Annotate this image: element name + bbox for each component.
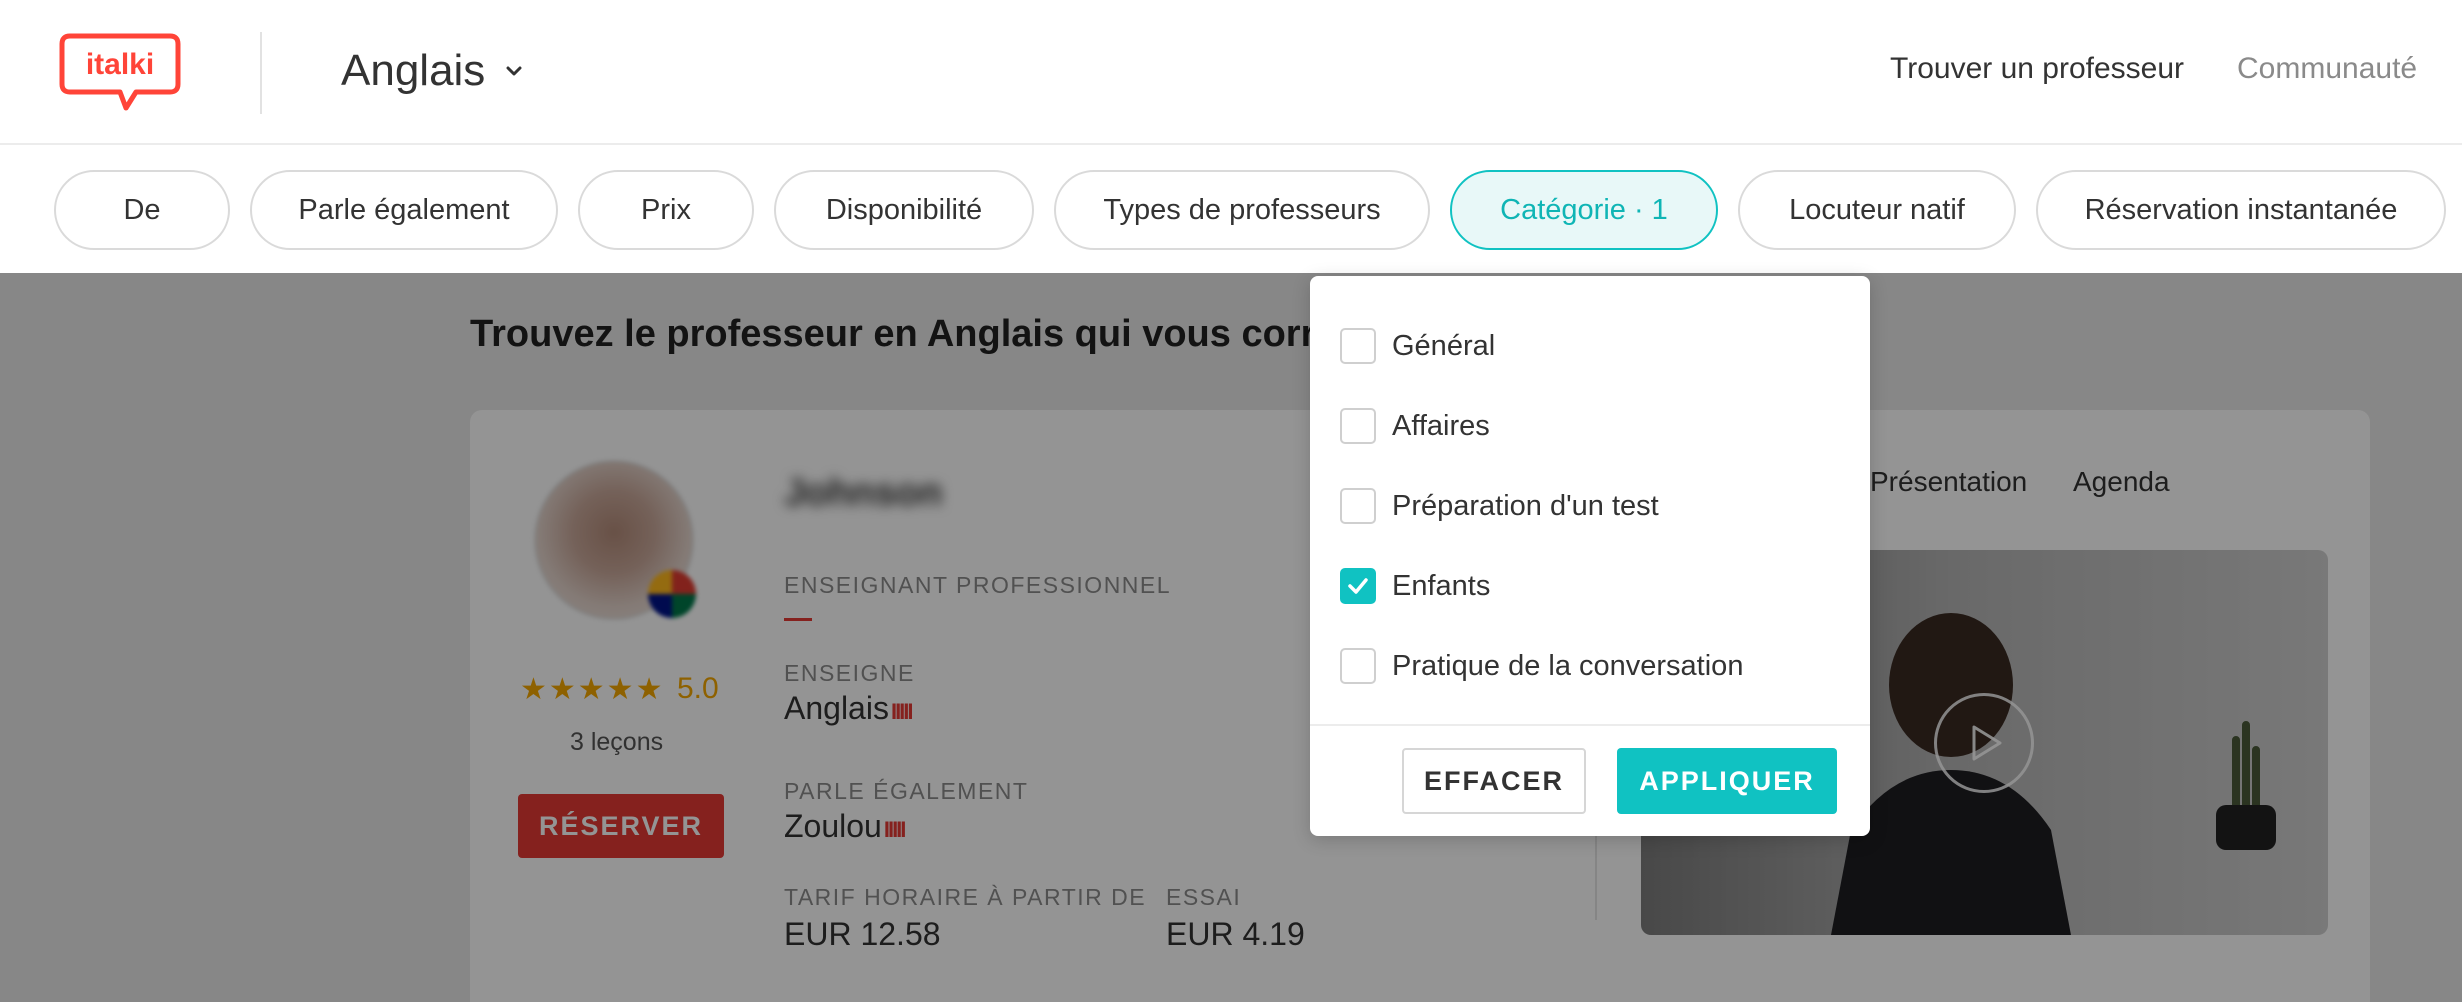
apply-button[interactable]: APPLIQUER <box>1617 748 1837 814</box>
modal-backdrop[interactable] <box>0 273 2462 1002</box>
checkbox-general[interactable] <box>1340 328 1376 364</box>
nav-find-teacher[interactable]: Trouver un professeur <box>1890 52 2184 86</box>
filter-price[interactable]: Prix <box>578 170 754 250</box>
filter-also-speaks[interactable]: Parle également <box>250 170 558 250</box>
option-label: Général <box>1392 329 1496 362</box>
filter-native-speaker[interactable]: Locuteur natif <box>1738 170 2016 250</box>
filter-teacher-types[interactable]: Types de professeurs <box>1054 170 1430 250</box>
filter-instant-booking[interactable]: Réservation instantanée <box>2036 170 2446 250</box>
filter-from[interactable]: De <box>54 170 230 250</box>
option-label: Préparation d'un test <box>1392 489 1659 522</box>
category-option-general[interactable]: Général <box>1340 328 1495 364</box>
category-option-conversation[interactable]: Pratique de la conversation <box>1340 648 1743 684</box>
checkbox-business[interactable] <box>1340 408 1376 444</box>
checkbox-conversation[interactable] <box>1340 648 1376 684</box>
clear-button[interactable]: EFFACER <box>1402 748 1586 814</box>
checkmark-icon <box>1348 578 1368 594</box>
category-option-kids[interactable]: Enfants <box>1340 568 1490 604</box>
filter-availability[interactable]: Disponibilité <box>774 170 1034 250</box>
nav-community[interactable]: Communauté <box>2237 52 2417 86</box>
option-label: Enfants <box>1392 569 1491 602</box>
checkbox-test-prep[interactable] <box>1340 488 1376 524</box>
checkbox-kids[interactable] <box>1340 568 1376 604</box>
dropdown-divider <box>1310 724 1870 726</box>
filter-category[interactable]: Catégorie · 1 <box>1450 170 1718 250</box>
filter-bar: De Parle également Prix Disponibilité Ty… <box>0 145 2462 273</box>
header-divider <box>260 32 262 114</box>
italki-logo-icon: italki <box>59 33 181 111</box>
logo-text: italki <box>86 48 154 81</box>
option-label: Affaires <box>1392 409 1490 442</box>
chevron-down-icon <box>506 66 522 76</box>
italki-logo[interactable]: italki <box>58 32 182 112</box>
category-dropdown: Général Affaires Préparation d'un test E… <box>1310 276 1870 836</box>
top-header: italki Anglais Trouver un professeur Com… <box>0 0 2462 145</box>
category-option-business[interactable]: Affaires <box>1340 408 1490 444</box>
language-label: Anglais <box>341 46 486 95</box>
category-option-test-prep[interactable]: Préparation d'un test <box>1340 488 1659 524</box>
language-select[interactable]: Anglais <box>341 46 525 96</box>
option-label: Pratique de la conversation <box>1392 649 1744 682</box>
